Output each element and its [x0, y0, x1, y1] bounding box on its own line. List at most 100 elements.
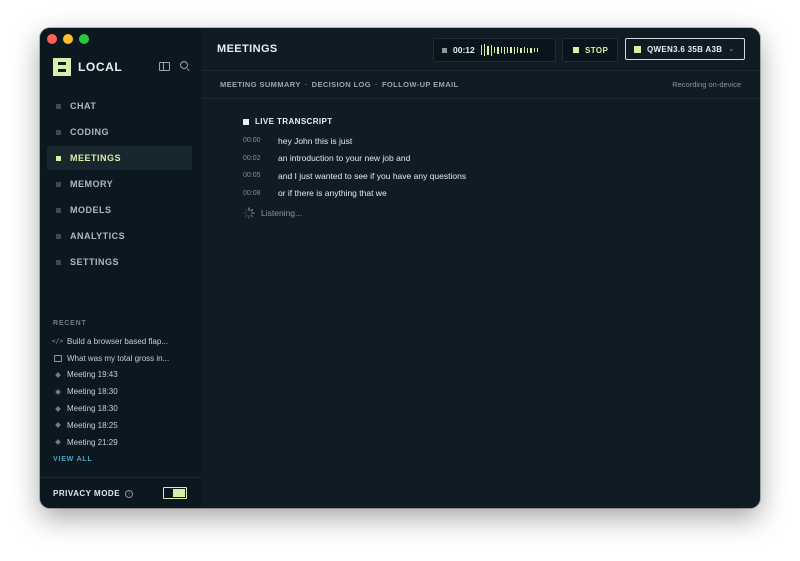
transcript-timestamp: 00:05: [243, 172, 261, 180]
recent-item-label: Meeting 18:30: [67, 404, 118, 414]
recent-item[interactable]: Meeting 21:29: [53, 434, 193, 451]
wave-bar: [503, 46, 506, 54]
chevron-down-icon: ⌄: [728, 46, 735, 53]
wave-bar: [536, 48, 539, 52]
info-icon[interactable]: i: [125, 489, 134, 498]
minimize-window-button[interactable]: [63, 34, 73, 44]
search-icon[interactable]: [180, 61, 188, 69]
nav-marker-icon: [56, 181, 61, 187]
sidebar-item-label: MODELS: [70, 205, 112, 215]
recent-item[interactable]: What was my total gross in...: [53, 350, 193, 367]
recent-item-label: Meeting 18:30: [67, 387, 118, 397]
zoom-window-button[interactable]: [79, 34, 89, 44]
transcript-text: and I just wanted to see if you have any…: [278, 170, 467, 181]
model-selector-label: QWEN3.6 35B A3B: [647, 44, 723, 54]
decision-log-link[interactable]: DECISION LOG: [312, 80, 371, 89]
sidebar-item-coding[interactable]: CODING: [47, 120, 192, 144]
wave-bar: [510, 47, 512, 53]
sidebar-item-settings[interactable]: SETTINGS: [47, 250, 192, 274]
wave-bar: [507, 47, 509, 53]
transcript-text: or if there is anything that we: [278, 188, 387, 199]
sidebar-item-memory[interactable]: MEMORY: [47, 172, 192, 196]
recent-item-label: Meeting 19:43: [67, 370, 118, 380]
meeting-action-links: MEETING SUMMARY · DECISION LOG · FOLLOW-…: [220, 80, 458, 89]
model-status-icon: [634, 45, 641, 53]
code-icon: </>: [51, 337, 64, 346]
audio-waveform: [480, 44, 539, 56]
meeting-summary-link[interactable]: MEETING SUMMARY: [220, 80, 301, 89]
sidebar-tools: [159, 61, 188, 71]
transcript-timestamp: 00:08: [243, 189, 261, 197]
recent-item-label: Meeting 18:25: [67, 420, 118, 430]
brand-name: LOCAL: [78, 60, 123, 74]
wave-bar: [480, 45, 483, 55]
recent-item[interactable]: </> Build a browser based flap...: [51, 333, 193, 350]
sidebar-item-meetings[interactable]: MEETINGS: [47, 146, 192, 170]
separator: ·: [304, 80, 308, 89]
close-window-button[interactable]: [47, 34, 57, 44]
meeting-icon: [53, 404, 62, 413]
privacy-mode-toggle[interactable]: [163, 487, 187, 499]
nav-marker-icon: [56, 155, 61, 161]
chat-bubble-icon: [53, 354, 62, 363]
recording-status: Recording on-device: [672, 80, 741, 89]
follow-up-email-link[interactable]: FOLLOW-UP EMAIL: [382, 80, 459, 89]
recent-item-label: What was my total gross in...: [67, 353, 170, 363]
nav-marker-icon: [56, 259, 61, 265]
recent-item[interactable]: Meeting 19:43: [53, 367, 193, 384]
spinner-icon: [243, 207, 255, 219]
stop-recording-button[interactable]: STOP: [562, 38, 618, 62]
recent-item[interactable]: Meeting 18:25: [53, 417, 193, 434]
meeting-icon: [53, 387, 62, 396]
timer-value: 00:12: [453, 45, 475, 55]
privacy-mode-label: PRIVACY MODE: [53, 489, 121, 498]
stop-icon: [573, 47, 579, 53]
transcript-timestamp: 00:02: [243, 154, 261, 162]
sidebar-item-analytics[interactable]: ANALYTICS: [47, 224, 192, 248]
transcript-line: 00:00 hey John this is just: [243, 132, 466, 150]
recent-heading: RECENT: [53, 320, 87, 327]
transcript-text: an introduction to your new job and: [278, 153, 411, 164]
transcript-timestamp: 00:00: [243, 137, 261, 145]
wave-bar: [513, 46, 516, 54]
wave-bar: [490, 44, 492, 56]
view-all-link[interactable]: VIEW ALL: [53, 456, 93, 463]
meeting-icon: [53, 438, 62, 447]
wave-bar: [493, 47, 496, 53]
recent-item[interactable]: Meeting 18:30: [53, 383, 193, 400]
window-controls: [47, 34, 89, 44]
wave-bar: [520, 47, 522, 53]
wave-bar: [487, 45, 489, 55]
recording-timer: 00:12: [433, 38, 556, 62]
main-nav: CHAT CODING MEETINGS MEMORY MODELS ANALY…: [47, 94, 192, 276]
sidebar-item-label: CHAT: [70, 101, 97, 111]
sidebar-item-chat[interactable]: CHAT: [47, 94, 192, 118]
brand: LOCAL: [53, 58, 122, 76]
wave-bar: [500, 47, 502, 53]
listening-text: Listening...: [261, 208, 303, 218]
transcript-header: LIVE TRANSCRIPT: [243, 117, 466, 126]
sidebar: LOCAL CHAT CODING MEETINGS MEMORY MODELS…: [40, 28, 202, 508]
nav-marker-icon: [56, 129, 61, 135]
meeting-icon: [53, 421, 62, 430]
sidebar-item-label: ANALYTICS: [70, 231, 126, 241]
recent-item[interactable]: Meeting 18:30: [53, 400, 193, 417]
main-panel: MEETINGS 00:12 STOP QWEN3.6 35B A3B ⌄ ME…: [201, 28, 760, 508]
recent-list: </> Build a browser based flap... What w…: [51, 333, 193, 451]
live-transcript: LIVE TRANSCRIPT 00:00 hey John this is j…: [243, 117, 466, 223]
sidebar-item-label: CODING: [70, 127, 109, 137]
sidebar-item-models[interactable]: MODELS: [47, 198, 192, 222]
wave-bar: [530, 47, 532, 53]
wave-bar: [526, 47, 529, 53]
sidebar-toggle-icon[interactable]: [159, 62, 170, 71]
app-window: LOCAL CHAT CODING MEETINGS MEMORY MODELS…: [40, 28, 760, 508]
nav-marker-icon: [56, 103, 61, 109]
model-selector[interactable]: QWEN3.6 35B A3B ⌄: [625, 38, 745, 60]
sidebar-item-label: MEMORY: [70, 179, 114, 189]
transcript-line: 00:08 or if there is anything that we: [243, 185, 466, 203]
separator: ·: [375, 80, 378, 89]
transcript-line: 00:05 and I just wanted to see if you ha…: [243, 167, 466, 185]
toggle-knob: [173, 489, 185, 497]
transcript-text: hey John this is just: [278, 135, 353, 146]
transcript-line: 00:02 an introduction to your new job an…: [243, 150, 466, 168]
